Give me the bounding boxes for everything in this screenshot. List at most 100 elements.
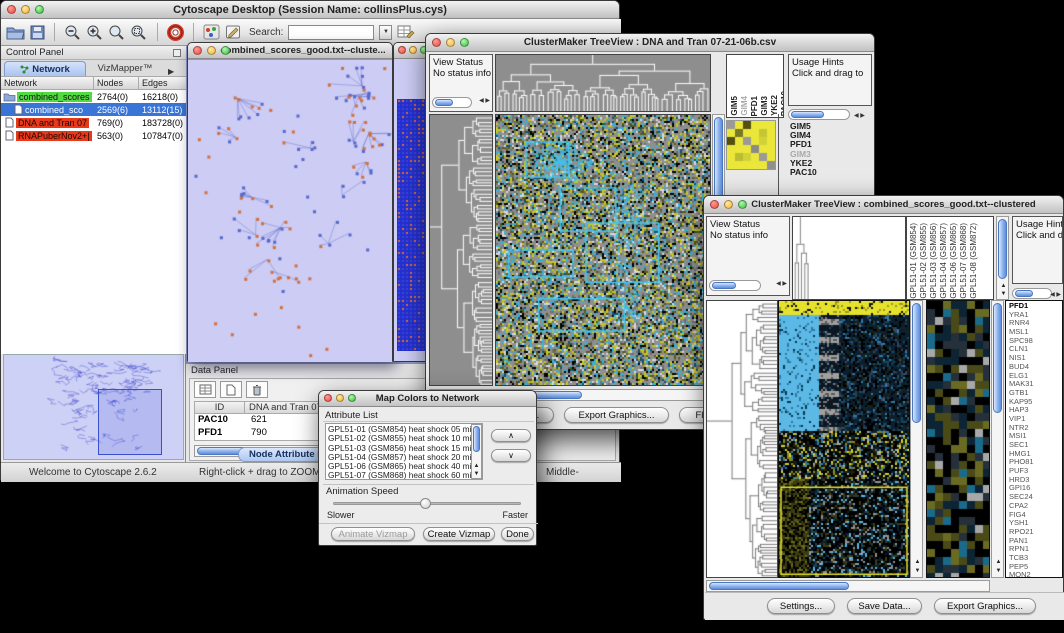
tv2-heatmap-vscrollbar[interactable]: ▲▼ xyxy=(910,300,923,578)
treeview1-title: ClusterMaker TreeView : DNA and Tran 07-… xyxy=(524,37,776,48)
close-button[interactable] xyxy=(193,46,202,55)
network-row[interactable]: RNAPuberNov2+| 563(0) 107847(0) xyxy=(1,129,186,142)
treeview1-titlebar[interactable]: ClusterMaker TreeView : DNA and Tran 07-… xyxy=(426,34,874,52)
animation-slider[interactable] xyxy=(333,502,521,505)
network-row[interactable]: combined_scores 2764(0) 16218(0) xyxy=(1,90,186,103)
close-button[interactable] xyxy=(7,5,16,14)
done-button[interactable]: Done xyxy=(501,527,534,541)
zoom-out-icon[interactable] xyxy=(64,24,81,40)
network-row[interactable]: DNA and Tran 07 769(0) 183728(0) xyxy=(1,116,186,129)
attribute-list-vscrollbar[interactable]: ▲▼ xyxy=(471,424,482,479)
tv1-column-dendrogram[interactable] xyxy=(496,55,710,111)
tv2-status-scrollbar[interactable] xyxy=(709,280,761,291)
tab-network[interactable]: Network xyxy=(4,61,86,76)
main-titlebar[interactable]: Cytoscape Desktop (Session Name: collins… xyxy=(1,1,619,19)
table-edit-icon[interactable] xyxy=(397,24,415,40)
attribute-list[interactable]: GPL51-01 (GSM854) heat shock 05 min GPL5… xyxy=(325,423,483,480)
animate-vizmap-button[interactable]: Animate Vizmap xyxy=(331,527,415,541)
tv2-gene-labels[interactable]: PFD1 YRA1 RNR4 MSL1 SPC98 CLN1 NIS1 BUD4… xyxy=(1006,301,1062,578)
col-header-nodes[interactable]: Nodes xyxy=(94,77,139,90)
help-lifering-icon[interactable] xyxy=(167,24,184,41)
treeview2-titlebar[interactable]: ClusterMaker TreeView : combined_scores_… xyxy=(704,196,1063,214)
zoom-selected-icon[interactable] xyxy=(130,24,148,40)
control-panel-title: Control Panel xyxy=(6,47,64,58)
zoom-fit-icon[interactable] xyxy=(108,24,125,40)
close-button[interactable] xyxy=(432,38,441,47)
network-row[interactable]: combined_sco 2569(6) 13112(15) xyxy=(1,103,186,116)
treeview2-title: ClusterMaker TreeView : combined_scores_… xyxy=(751,199,1035,210)
new-attribute-button[interactable] xyxy=(220,381,242,398)
tv1-status-scrollbar[interactable] xyxy=(432,97,472,108)
zoom-button[interactable] xyxy=(35,5,44,14)
tab-overflow-icon[interactable]: ▶ xyxy=(168,67,174,76)
annotation-icon[interactable] xyxy=(225,24,242,40)
float-panel-icon[interactable] xyxy=(173,49,181,57)
network-view-title: combined_scores_good.txt--cluste... xyxy=(220,45,385,56)
status-welcome: Welcome to Cytoscape 2.6.2 xyxy=(29,467,157,478)
delete-attribute-button[interactable] xyxy=(246,381,268,398)
minimize-button[interactable] xyxy=(446,38,455,47)
network-canvas[interactable] xyxy=(188,59,392,362)
tv1-heatmap[interactable] xyxy=(496,115,710,385)
tv2-export-graphics-button[interactable]: Export Graphics... xyxy=(934,598,1036,614)
tv2-hints-scrollbar[interactable] xyxy=(1012,288,1052,299)
tv1-row-dendrogram[interactable] xyxy=(430,115,492,385)
treeview2-window: ClusterMaker TreeView : combined_scores_… xyxy=(703,195,1064,620)
create-vizmap-button[interactable]: Create Vizmap xyxy=(423,527,495,541)
minimize-button[interactable] xyxy=(724,200,733,209)
tv2-heatmap[interactable] xyxy=(779,301,909,577)
close-button[interactable] xyxy=(398,46,406,54)
network-overview-minimap[interactable] xyxy=(3,354,184,460)
network-view-titlebar[interactable]: combined_scores_good.txt--cluste... xyxy=(188,43,392,59)
tv2-hscrollbar[interactable] xyxy=(706,580,990,592)
trash-icon xyxy=(252,384,262,396)
zoom-button[interactable] xyxy=(738,200,747,209)
move-up-button[interactable]: ∧ xyxy=(491,429,531,442)
folder-icon xyxy=(3,92,16,102)
animation-speed-label: Animation Speed xyxy=(326,486,398,497)
toolbar-separator xyxy=(54,23,55,41)
tv2-genelist-vscrollbar[interactable]: ▲▼ xyxy=(991,300,1004,578)
table-icon-button[interactable] xyxy=(194,381,216,398)
vizmapper-icon[interactable] xyxy=(203,24,220,40)
file-icon xyxy=(14,104,23,115)
minimize-button[interactable] xyxy=(409,46,417,54)
save-icon[interactable] xyxy=(30,25,45,40)
minimize-button[interactable] xyxy=(207,46,216,55)
control-panel: Control Panel Network VizMapper™ ▶ Netwo… xyxy=(1,46,186,462)
tv1-export-graphics-button[interactable]: Export Graphics... xyxy=(564,407,669,423)
tv2-detail-heatmap[interactable] xyxy=(927,301,989,577)
col-header-edges[interactable]: Edges xyxy=(139,77,186,90)
tv1-view-status-box: View Status No status info for ◀ ▶ xyxy=(429,54,493,112)
zoom-button[interactable] xyxy=(221,46,230,55)
minimize-button[interactable] xyxy=(21,5,30,14)
close-button[interactable] xyxy=(710,200,719,209)
minimap-viewport[interactable] xyxy=(98,389,162,455)
zoom-button[interactable] xyxy=(460,38,469,47)
tv2-collabel-vscrollbar[interactable]: ▲▼ xyxy=(996,216,1009,300)
minimize-button[interactable] xyxy=(336,394,344,402)
data-col-id[interactable]: ID xyxy=(195,402,245,413)
page-icon xyxy=(226,384,236,396)
zoom-in-icon[interactable] xyxy=(86,24,103,40)
tv2-settings-button[interactable]: Settings... xyxy=(767,598,835,614)
tv2-column-dendrogram[interactable] xyxy=(793,217,809,299)
tv1-detail-matrix[interactable] xyxy=(727,121,775,169)
window-controls[interactable] xyxy=(7,5,44,14)
slider-thumb[interactable] xyxy=(420,498,431,509)
close-button[interactable] xyxy=(324,394,332,402)
tab-vizmapper[interactable]: VizMapper™ xyxy=(86,61,164,76)
tv2-save-data-button[interactable]: Save Data... xyxy=(847,598,922,614)
move-down-button[interactable]: ∨ xyxy=(491,449,531,462)
open-file-icon[interactable] xyxy=(6,25,25,40)
col-header-network[interactable]: Network xyxy=(1,77,94,90)
map-colors-dialog: Map Colors to Network Attribute List GPL… xyxy=(318,390,537,546)
tv1-detail-hscrollbar[interactable] xyxy=(788,109,850,120)
search-dropdown-button[interactable]: ▼ xyxy=(379,25,392,40)
tv1-usage-hints-box: Usage Hints Click and drag to xyxy=(788,54,872,106)
search-input[interactable] xyxy=(288,25,374,40)
tv2-row-dendrogram[interactable] xyxy=(707,301,777,577)
status-hint-zoom: Right-click + drag to ZOOM xyxy=(199,467,320,478)
zoom-button[interactable] xyxy=(348,394,356,402)
dialog-titlebar[interactable]: Map Colors to Network xyxy=(319,391,536,407)
